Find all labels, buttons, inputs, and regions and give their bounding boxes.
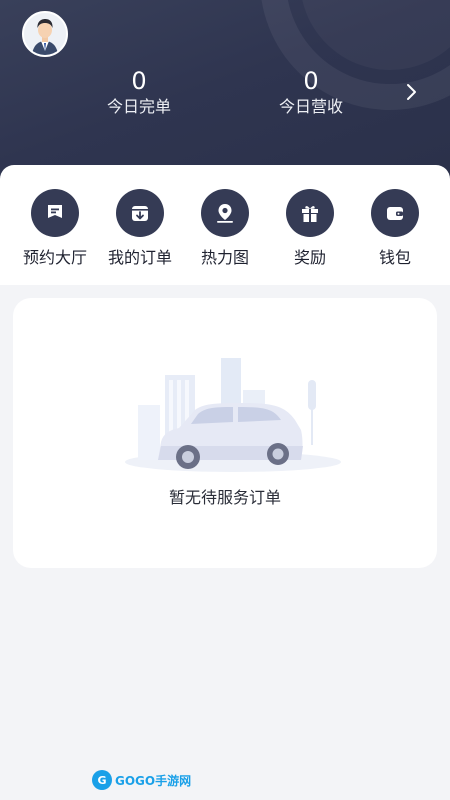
chevron-right-icon[interactable] <box>402 80 422 104</box>
driver-avatar-icon <box>24 13 66 55</box>
watermark-logo-icon: G <box>92 770 112 790</box>
menu-item-rewards[interactable]: 奖励 <box>268 189 352 269</box>
wallet-icon <box>371 189 419 237</box>
quick-menu: 预约大厅 我的订单 热力图 奖励 钱包 <box>0 165 450 285</box>
menu-item-heatmap[interactable]: 热力图 <box>183 189 267 269</box>
menu-item-label: 钱包 <box>378 248 411 267</box>
menu-item-label: 预约大厅 <box>22 248 87 267</box>
heatmap-pin-icon <box>201 189 249 237</box>
watermark: G GOGO手游网 <box>92 770 191 790</box>
watermark-text: GOGO手游网 <box>115 773 192 788</box>
today-revenue-stat[interactable]: 0 今日营收 <box>246 66 376 118</box>
reservation-hall-icon <box>31 189 79 237</box>
menu-item-my-orders[interactable]: 我的订单 <box>98 189 182 269</box>
today-revenue-value: 0 <box>303 67 319 95</box>
avatar[interactable] <box>22 11 68 57</box>
today-completed-stat[interactable]: 0 今日完单 <box>74 66 204 118</box>
menu-item-label: 我的订单 <box>107 248 172 267</box>
empty-orders-text: 暂无待服务订单 <box>168 488 281 507</box>
menu-item-reservation-hall[interactable]: 预约大厅 <box>13 189 97 269</box>
menu-item-label: 热力图 <box>200 248 249 267</box>
gift-icon <box>286 189 334 237</box>
today-completed-label: 今日完单 <box>106 97 171 116</box>
empty-car-illustration <box>125 358 341 472</box>
today-completed-value: 0 <box>131 67 147 95</box>
pending-orders-card: 暂无待服务订单 <box>13 298 437 568</box>
menu-item-label: 奖励 <box>293 248 326 267</box>
today-revenue-label: 今日营收 <box>278 97 343 116</box>
menu-item-wallet[interactable]: 钱包 <box>353 189 437 269</box>
my-orders-icon <box>116 189 164 237</box>
